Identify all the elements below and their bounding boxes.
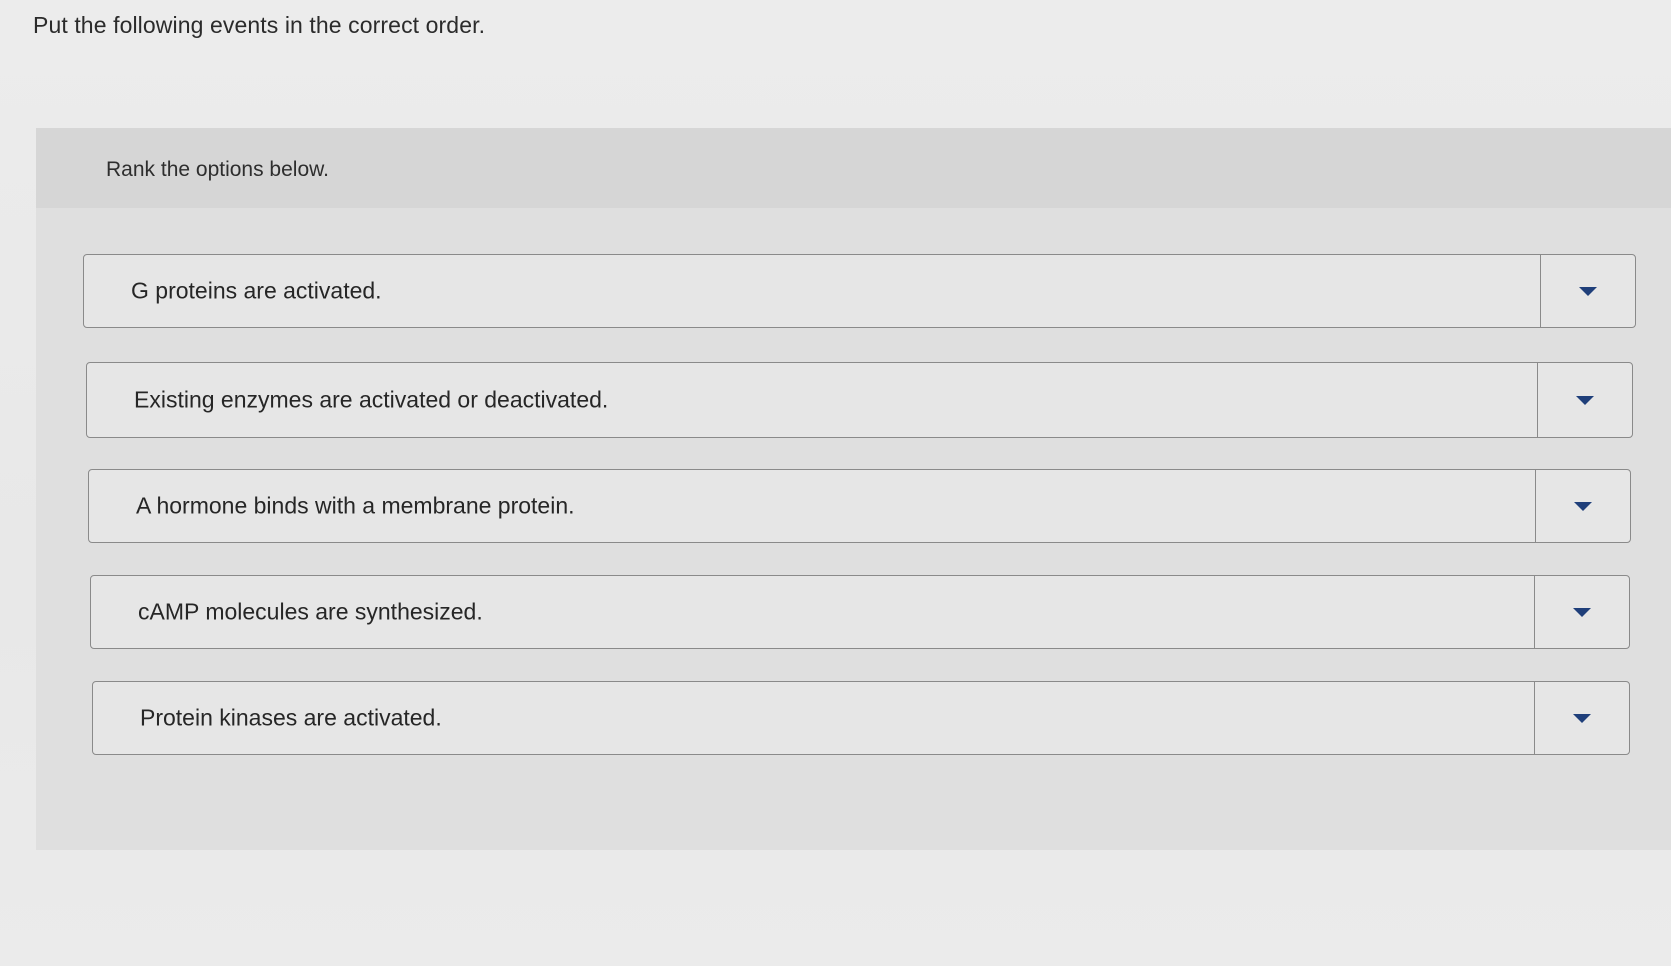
rank-dropdown-button[interactable] — [1535, 470, 1630, 542]
caret-down-icon — [1579, 286, 1597, 296]
rank-dropdown-button[interactable] — [1540, 255, 1635, 327]
question-title: Put the following events in the correct … — [33, 12, 486, 38]
rank-item[interactable]: Protein kinases are activated. — [92, 681, 1630, 755]
rank-item[interactable]: cAMP molecules are synthesized. — [90, 575, 1630, 649]
rank-item-label: Existing enzymes are activated or deacti… — [134, 386, 609, 413]
rank-item[interactable]: Existing enzymes are activated or deacti… — [86, 362, 1633, 438]
caret-down-icon — [1576, 395, 1594, 405]
rank-instruction: Rank the options below. — [106, 158, 329, 181]
caret-down-icon — [1574, 501, 1592, 511]
rank-item-label: cAMP molecules are synthesized. — [138, 598, 483, 625]
caret-down-icon — [1573, 607, 1591, 617]
rank-dropdown-button[interactable] — [1534, 682, 1629, 754]
rank-item[interactable]: G proteins are activated. — [83, 254, 1636, 328]
rank-item-label: Protein kinases are activated. — [140, 704, 442, 731]
rank-dropdown-button[interactable] — [1537, 363, 1632, 437]
ranking-panel-header: Rank the options below. — [36, 128, 1671, 208]
rank-item-label: A hormone binds with a membrane protein. — [136, 492, 575, 519]
rank-item[interactable]: A hormone binds with a membrane protein. — [88, 469, 1631, 543]
caret-down-icon — [1573, 713, 1591, 723]
rank-item-label: G proteins are activated. — [131, 277, 382, 304]
rank-dropdown-button[interactable] — [1534, 576, 1629, 648]
